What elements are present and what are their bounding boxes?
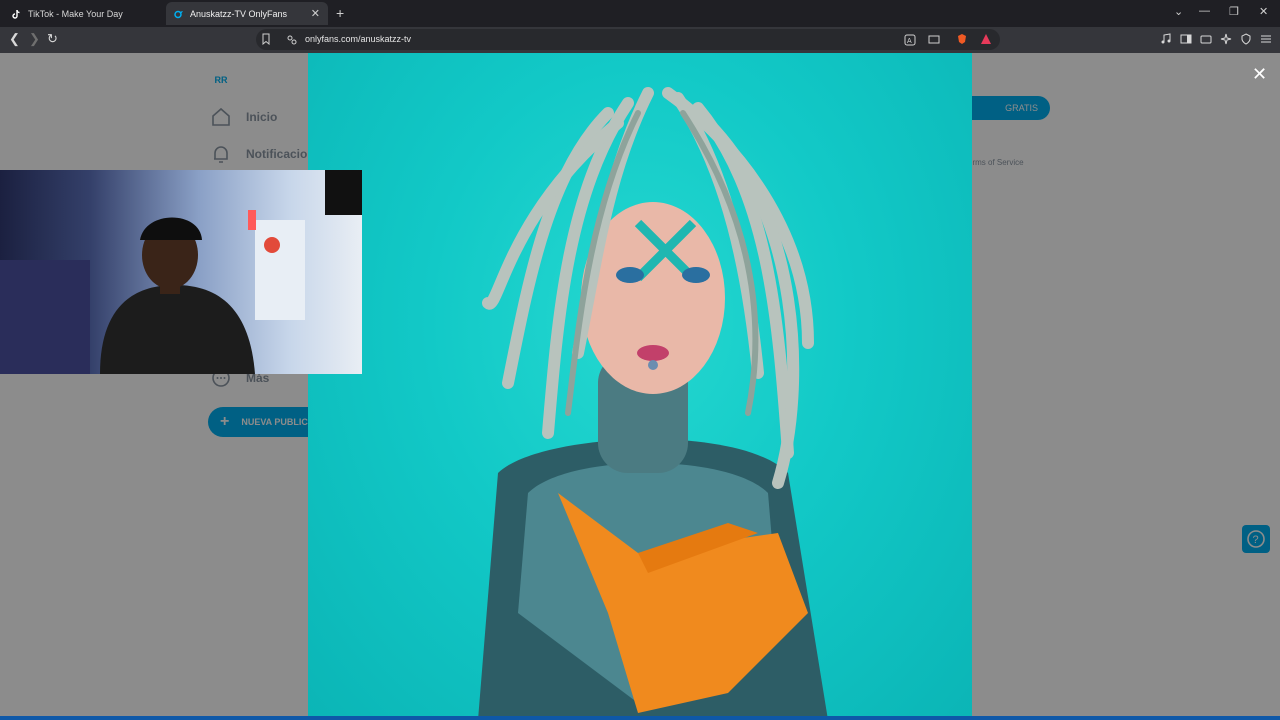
new-tab-button[interactable]: +	[336, 5, 344, 21]
brave-shield-icon[interactable]	[956, 33, 968, 45]
wallet-icon[interactable]	[1200, 33, 1212, 45]
leo-ai-icon[interactable]	[1220, 33, 1232, 45]
restore-icon[interactable]: ❐	[1229, 5, 1239, 18]
vpn-icon[interactable]	[1240, 33, 1252, 45]
tab-onlyfans[interactable]: Anuskatzz-TV OnlyFans ✕	[166, 2, 328, 25]
webcam-overlay	[0, 170, 362, 374]
translate-icon[interactable]: A	[904, 34, 916, 46]
onlyfans-favicon-icon	[174, 9, 184, 19]
brave-rewards-icon[interactable]	[980, 33, 992, 45]
reload-icon[interactable]: ↻	[47, 31, 58, 47]
bookmark-icon[interactable]	[260, 33, 272, 45]
back-icon[interactable]: ❮	[9, 31, 20, 47]
webcam-illustration	[0, 170, 362, 374]
browser-tab-strip: TikTok - Make Your Day Anuskatzz-TV Only…	[0, 0, 1280, 27]
close-icon[interactable]: ✕	[1252, 64, 1267, 85]
tab-title: TikTok - Make Your Day	[28, 8, 123, 19]
svg-text:A: A	[907, 38, 912, 45]
tab-search-icon[interactable]: ⌄	[1174, 5, 1183, 18]
photo-illustration	[478, 87, 828, 720]
sidebar-toggle-icon[interactable]	[1180, 33, 1192, 45]
tab-title: Anuskatzz-TV OnlyFans	[190, 8, 288, 19]
site-info-icon[interactable]	[286, 34, 298, 46]
tab-tiktok[interactable]: TikTok - Make Your Day	[4, 2, 164, 25]
close-tab-icon[interactable]: ✕	[311, 7, 320, 20]
minimize-icon[interactable]: —	[1199, 5, 1210, 17]
close-window-icon[interactable]: ✕	[1259, 5, 1268, 18]
tiktok-favicon-icon	[12, 9, 22, 19]
media-icon[interactable]	[1160, 33, 1172, 45]
address-bar[interactable]: onlyfans.com/anuskatzz-tv A	[256, 29, 1000, 50]
forward-icon[interactable]: ❯	[29, 31, 40, 47]
lightbox-photo[interactable]	[308, 53, 972, 720]
browser-toolbar: ❮ ❯ ↻ onlyfans.com/anuskatzz-tv A	[0, 27, 1280, 53]
cast-icon[interactable]	[928, 34, 940, 46]
taskbar-edge	[0, 716, 1280, 720]
menu-icon[interactable]	[1260, 33, 1272, 45]
url-text: onlyfans.com/anuskatzz-tv	[305, 34, 412, 44]
